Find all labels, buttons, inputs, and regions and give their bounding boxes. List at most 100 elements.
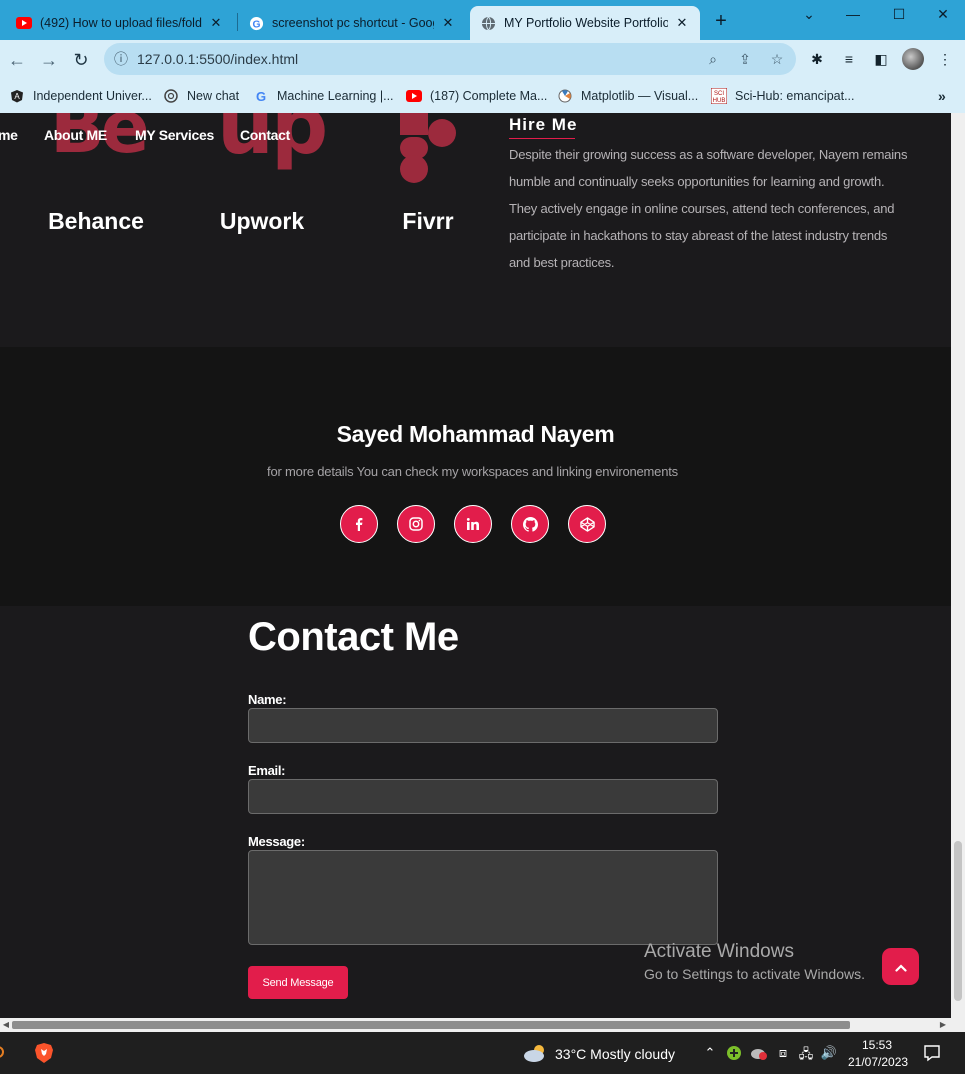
chevron-up-icon — [894, 959, 907, 975]
contact-heading: Contact Me — [248, 615, 459, 659]
address-bar[interactable]: ⓘ 127.0.0.1:5500/index.html ⌕ ⇪ ☆ — [104, 43, 796, 75]
codepen-icon[interactable] — [568, 505, 606, 543]
bookmarks-overflow-button[interactable]: » — [938, 87, 946, 105]
platform-upwork[interactable]: Upwork — [212, 208, 312, 235]
horizontal-scrollbar-thumb[interactable] — [12, 1021, 850, 1029]
youtube-icon — [406, 88, 422, 104]
name-label: Name: — [248, 692, 287, 707]
nav-item-contact[interactable]: Contact — [240, 127, 290, 143]
tab-title: screenshot pc shortcut - Google — [272, 16, 434, 30]
page-viewport: Bē up me About ME MY Services Contact Be… — [0, 113, 951, 1018]
profile-avatar[interactable] — [902, 48, 924, 70]
bookmark-label: Machine Learning |... — [277, 89, 394, 103]
instagram-icon[interactable] — [397, 505, 435, 543]
minimize-icon[interactable]: — — [830, 0, 876, 28]
scroll-to-top-button[interactable] — [882, 948, 919, 985]
network-icon[interactable]: 🖧 — [797, 1045, 815, 1067]
google-icon: G — [253, 88, 269, 104]
activate-windows-title: Activate Windows — [644, 941, 794, 962]
url-text[interactable]: 127.0.0.1:5500/index.html — [137, 51, 298, 67]
hire-me-text: Despite their growing success as a softw… — [509, 147, 908, 270]
weather-text[interactable]: 33°C Mostly cloudy — [555, 1046, 675, 1062]
facebook-icon[interactable] — [340, 505, 378, 543]
clock-date[interactable]: 21/07/2023 — [848, 1055, 908, 1069]
platform-fiverr[interactable]: Fivrr — [378, 208, 478, 235]
clock-time[interactable]: 15:53 — [862, 1038, 892, 1052]
bookmark-item[interactable]: SCI HUB Sci-Hub: emancipat... — [711, 87, 855, 105]
forward-arrow-icon[interactable]: → — [37, 48, 61, 72]
vertical-scrollbar[interactable] — [951, 113, 965, 1018]
chevron-down-icon[interactable]: ⌄ — [786, 0, 832, 28]
zoom-icon[interactable]: ⌕ — [704, 50, 722, 68]
figma-logo — [400, 113, 456, 183]
windows-taskbar: 33°C Mostly cloudy ⌃ ⧈ 🖧 🔊 15:53 21/07/2… — [0, 1032, 965, 1074]
bookmark-label: (187) Complete Ma... — [430, 89, 548, 103]
reload-icon[interactable]: ↻ — [69, 48, 93, 72]
angular-icon: A — [9, 88, 25, 104]
chevron-up-icon[interactable]: ⌃ — [701, 1045, 719, 1061]
side-panel-icon[interactable]: ◧ — [870, 48, 892, 70]
message-textarea[interactable] — [248, 850, 718, 945]
weather-cloud-icon[interactable] — [522, 1043, 548, 1063]
footer-section: Sayed Mohammad Nayem for more details Yo… — [0, 347, 951, 606]
close-tab-icon[interactable]: ✕ — [440, 15, 456, 31]
bookmark-label: Independent Univer... — [33, 89, 152, 103]
tray-cloud-sync-icon[interactable] — [750, 1045, 768, 1061]
menu-kebab-icon[interactable]: ⋮ — [934, 48, 956, 70]
nav-item-about[interactable]: About ME — [44, 127, 107, 143]
tab-title: MY Portfolio Website Portfolio — [504, 16, 668, 30]
bookmark-label: Matplotlib — Visual... — [581, 89, 699, 103]
media-control-icon[interactable]: ≡ — [838, 48, 860, 70]
svg-text:A: A — [14, 92, 20, 101]
scroll-right-arrow-icon[interactable]: ▶ — [937, 1018, 949, 1032]
browser-tab-bar: (492) How to upload files/folde ✕ G scre… — [0, 0, 965, 40]
chatgpt-icon — [163, 88, 179, 104]
youtube-icon — [16, 15, 32, 31]
tray-app-icon[interactable] — [726, 1045, 742, 1061]
message-label: Message: — [248, 834, 305, 849]
new-tab-button[interactable]: + — [710, 10, 732, 32]
name-input[interactable] — [248, 708, 718, 743]
share-icon[interactable]: ⇪ — [736, 50, 754, 68]
tray-device-icon[interactable]: ⧈ — [774, 1045, 792, 1061]
platform-behance[interactable]: Behance — [46, 208, 146, 235]
vertical-scrollbar-thumb[interactable] — [954, 841, 962, 1001]
nav-item-services[interactable]: MY Services — [135, 127, 214, 143]
bookmark-item[interactable]: Matplotlib — Visual... — [557, 87, 698, 105]
google-icon: G — [248, 15, 264, 31]
close-window-icon[interactable]: ✕ — [920, 0, 965, 28]
bookmark-star-icon[interactable]: ☆ — [768, 50, 786, 68]
volume-icon[interactable]: 🔊 — [820, 1045, 838, 1061]
back-arrow-icon[interactable]: ← — [5, 48, 29, 72]
linkedin-icon[interactable] — [454, 505, 492, 543]
owner-name: Sayed Mohammad Nayem — [336, 421, 615, 447]
svg-text:G: G — [252, 19, 260, 30]
browser-tab[interactable]: G screenshot pc shortcut - Google ✕ — [238, 6, 466, 40]
svg-text:G: G — [256, 89, 266, 103]
bookmark-item[interactable]: New chat — [163, 87, 239, 105]
maximize-icon[interactable]: ☐ — [876, 0, 922, 28]
send-message-button[interactable]: Send Message — [248, 966, 348, 999]
app-icon-partial[interactable] — [0, 1042, 6, 1062]
close-tab-icon[interactable]: ✕ — [208, 15, 224, 31]
bookmark-label: New chat — [187, 89, 240, 103]
info-icon[interactable]: ⓘ — [112, 50, 130, 68]
scrollbar-corner — [951, 1018, 965, 1032]
close-tab-icon[interactable]: ✕ — [674, 15, 690, 31]
notifications-icon[interactable] — [923, 1044, 941, 1062]
extensions-icon[interactable]: ✱ — [806, 48, 828, 70]
globe-icon — [480, 15, 496, 31]
bookmarks-bar: A Independent Univer... New chat G Machi… — [0, 80, 965, 113]
nav-item-home[interactable]: me — [0, 127, 18, 143]
browser-tab[interactable]: (492) How to upload files/folde ✕ — [6, 6, 234, 40]
browser-tab-active[interactable]: MY Portfolio Website Portfolio ✕ — [470, 6, 700, 40]
horizontal-scrollbar[interactable]: ◀ ▶ — [0, 1018, 951, 1032]
footer-subtitle: for more details You can check my worksp… — [267, 464, 678, 479]
scroll-left-arrow-icon[interactable]: ◀ — [0, 1018, 12, 1032]
github-icon[interactable] — [511, 505, 549, 543]
bookmark-item[interactable]: (187) Complete Ma... — [406, 87, 547, 105]
email-input[interactable] — [248, 779, 718, 814]
bookmark-item[interactable]: G Machine Learning |... — [253, 87, 394, 105]
brave-browser-icon[interactable] — [34, 1042, 54, 1064]
bookmark-item[interactable]: A Independent Univer... — [9, 87, 152, 105]
